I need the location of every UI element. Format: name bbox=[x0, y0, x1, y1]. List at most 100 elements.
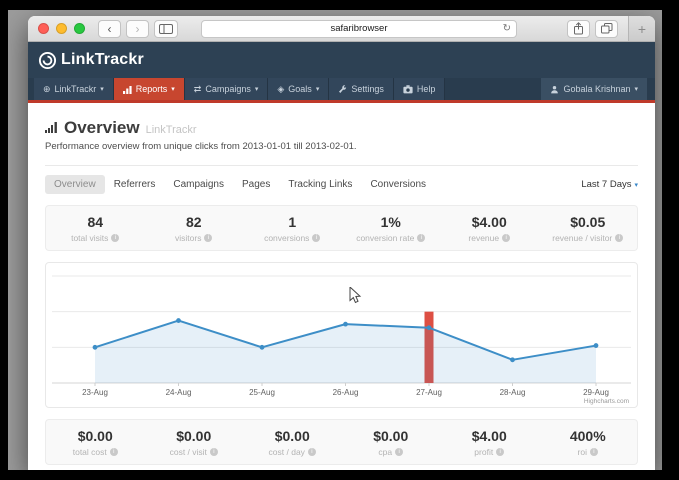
stat-value: 84 bbox=[46, 214, 145, 230]
info-icon[interactable]: i bbox=[312, 234, 320, 242]
stat-label: profiti bbox=[440, 447, 539, 457]
minimize-window-button[interactable] bbox=[56, 23, 67, 34]
bar-chart-icon bbox=[123, 85, 132, 94]
sidebar-toggle-button[interactable] bbox=[154, 20, 178, 38]
stat-label-text: visitors bbox=[175, 233, 201, 243]
info-icon[interactable]: i bbox=[615, 234, 623, 242]
safari-window: ‹ › safaribrowser ↻ + bbox=[28, 16, 655, 470]
show-tabs-button[interactable] bbox=[595, 20, 618, 38]
address-bar[interactable]: safaribrowser ↻ bbox=[201, 20, 517, 38]
sidebar-icon bbox=[159, 24, 173, 34]
tab-conversions[interactable]: Conversions bbox=[361, 175, 435, 194]
tab-overview[interactable]: Overview bbox=[45, 175, 105, 194]
app-header: LinkTrackr bbox=[28, 42, 655, 78]
svg-text:27-Aug: 27-Aug bbox=[416, 388, 442, 397]
info-icon[interactable]: i bbox=[204, 234, 212, 242]
forward-button[interactable]: › bbox=[126, 20, 149, 38]
stat-label-text: conversions bbox=[264, 233, 309, 243]
stat-value: 1 bbox=[243, 214, 342, 230]
linktrackr-logo-icon bbox=[38, 51, 57, 70]
bar-chart-icon bbox=[45, 120, 58, 133]
nav-label: Settings bbox=[351, 84, 384, 94]
user-menu[interactable]: Gobala Krishnan ▾ bbox=[541, 78, 647, 100]
tab-campaigns[interactable]: Campaigns bbox=[164, 175, 233, 194]
stat-conversion-rate: 1% conversion ratei bbox=[342, 214, 441, 243]
svg-text:24-Aug: 24-Aug bbox=[166, 388, 192, 397]
user-icon bbox=[550, 85, 559, 94]
stat-value: $0.00 bbox=[342, 428, 441, 444]
stat-value: 400% bbox=[539, 428, 638, 444]
visits-chart[interactable]: 23-Aug24-Aug25-Aug26-Aug27-Aug28-Aug29-A… bbox=[45, 262, 638, 408]
stat-label-text: revenue / visitor bbox=[552, 233, 612, 243]
nav-item-campaigns[interactable]: ⇄ Campaigns ▾ bbox=[185, 78, 269, 100]
close-window-button[interactable] bbox=[38, 23, 49, 34]
svg-text:28-Aug: 28-Aug bbox=[500, 388, 526, 397]
caret-down-icon: ▾ bbox=[255, 85, 259, 93]
tab-referrers[interactable]: Referrers bbox=[105, 175, 165, 194]
nav-label: LinkTrackr bbox=[55, 84, 97, 94]
stat-label: total visitsi bbox=[46, 233, 145, 243]
nav-label: Goals bbox=[288, 84, 312, 94]
page-subtitle: Performance overview from unique clicks … bbox=[45, 141, 638, 152]
area-chart: 23-Aug24-Aug25-Aug26-Aug27-Aug28-Aug29-A… bbox=[46, 263, 637, 407]
stat-value: $0.05 bbox=[539, 214, 638, 230]
nav-label: Campaigns bbox=[205, 84, 251, 94]
stat-total-visits: 84 total visitsi bbox=[46, 214, 145, 243]
info-icon[interactable]: i bbox=[502, 234, 510, 242]
stat-label: cost / dayi bbox=[243, 447, 342, 457]
svg-text:25-Aug: 25-Aug bbox=[249, 388, 275, 397]
nav-label: Help bbox=[417, 84, 436, 94]
info-icon[interactable]: i bbox=[210, 448, 218, 456]
stat-visitors: 82 visitorsi bbox=[145, 214, 244, 243]
stats-panel-top: 84 total visitsi 82 visitorsi 1 conversi… bbox=[45, 205, 638, 251]
nav-item-help[interactable]: Help bbox=[394, 78, 446, 100]
nav-item-goals[interactable]: ◈ Goals ▾ bbox=[268, 78, 329, 100]
camera-icon bbox=[403, 85, 413, 94]
reload-icon[interactable]: ↻ bbox=[503, 23, 511, 34]
stat-cpa: $0.00 cpai bbox=[342, 428, 441, 457]
nav-item-linktrackr[interactable]: ⊕ LinkTrackr ▾ bbox=[34, 78, 114, 100]
date-range-selector[interactable]: Last 7 Days ▾ bbox=[581, 179, 638, 190]
stat-label: cpai bbox=[342, 447, 441, 457]
stat-value: $0.00 bbox=[243, 428, 342, 444]
stat-label: cost / visiti bbox=[145, 447, 244, 457]
stat-label-text: total cost bbox=[73, 447, 107, 457]
plus-icon: + bbox=[638, 21, 646, 37]
stat-conversions: 1 conversionsi bbox=[243, 214, 342, 243]
info-icon[interactable]: i bbox=[395, 448, 403, 456]
stat-roi: 400% roii bbox=[539, 428, 638, 457]
nav-item-settings[interactable]: Settings bbox=[329, 78, 394, 100]
stat-profit: $4.00 profiti bbox=[440, 428, 539, 457]
nav-item-reports[interactable]: Reports ▾ bbox=[114, 78, 185, 100]
info-icon[interactable]: i bbox=[417, 234, 425, 242]
info-icon[interactable]: i bbox=[496, 448, 504, 456]
stat-label-text: profit bbox=[474, 447, 493, 457]
shuffle-icon: ⇄ bbox=[194, 84, 202, 95]
caret-down-icon: ▾ bbox=[634, 181, 638, 189]
tabs-overview-icon bbox=[601, 23, 613, 34]
info-icon[interactable]: i bbox=[110, 448, 118, 456]
stat-label-text: cost / visit bbox=[170, 447, 207, 457]
date-range-label: Last 7 Days bbox=[581, 179, 631, 190]
user-name: Gobala Krishnan bbox=[563, 84, 630, 94]
stat-label-text: conversion rate bbox=[356, 233, 414, 243]
dashboard: Overview LinkTrackr Performance overview… bbox=[28, 118, 655, 465]
info-icon[interactable]: i bbox=[111, 234, 119, 242]
stat-label-text: revenue bbox=[468, 233, 499, 243]
back-button[interactable]: ‹ bbox=[98, 20, 121, 38]
info-icon[interactable]: i bbox=[590, 448, 598, 456]
caret-down-icon: ▾ bbox=[316, 85, 320, 93]
browser-toolbar: ‹ › safaribrowser ↻ + bbox=[28, 16, 655, 42]
share-button[interactable] bbox=[567, 20, 590, 38]
stat-label: roii bbox=[539, 447, 638, 457]
zoom-window-button[interactable] bbox=[74, 23, 85, 34]
tab-tracking-links[interactable]: Tracking Links bbox=[279, 175, 361, 194]
info-icon[interactable]: i bbox=[308, 448, 316, 456]
wrench-icon bbox=[338, 85, 347, 94]
new-tab-button[interactable]: + bbox=[628, 16, 655, 41]
stat-cost-per-visit: $0.00 cost / visiti bbox=[145, 428, 244, 457]
svg-text:Highcharts.com: Highcharts.com bbox=[584, 398, 629, 405]
tab-pages[interactable]: Pages bbox=[233, 175, 279, 194]
stat-label-text: cpa bbox=[378, 447, 392, 457]
report-tabs: Overview Referrers Campaigns Pages Track… bbox=[45, 175, 638, 194]
